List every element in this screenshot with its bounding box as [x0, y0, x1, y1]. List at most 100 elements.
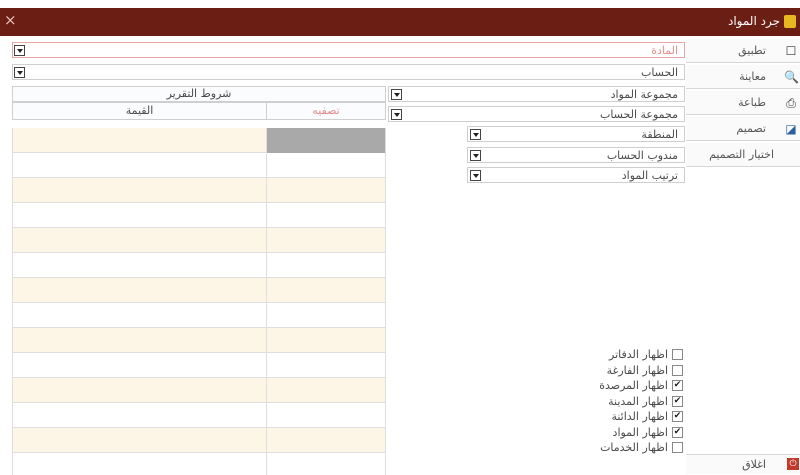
account-group-field[interactable]: مجموعة الحساب	[388, 106, 685, 122]
print-button[interactable]: ⎙ طباعة	[686, 91, 800, 115]
value-cell[interactable]	[12, 353, 267, 378]
table-row[interactable]	[12, 328, 386, 353]
material-group-dropdown-icon[interactable]	[391, 89, 402, 100]
classification-cell[interactable]	[267, 278, 386, 303]
report-conditions-table	[12, 128, 386, 475]
material-sort-field[interactable]: ترتيب المواد	[467, 167, 685, 183]
option-checkbox[interactable]: ✔ اظهار المدينة	[583, 394, 683, 408]
checkbox-checked-icon[interactable]: ✔	[672, 395, 683, 407]
option-label: اظهار المدينة	[608, 394, 668, 408]
checkbox-checked-icon[interactable]: ✔	[672, 380, 683, 391]
preview-button[interactable]: 🔍 معاينة	[686, 65, 800, 89]
classification-cell[interactable]	[267, 178, 386, 203]
title-bar: جرد المواد ×	[0, 8, 800, 36]
print-label: طباعة	[738, 96, 766, 109]
option-checkbox[interactable]: اظهار الدفاتر	[583, 348, 683, 361]
region-field[interactable]: المنطقة	[467, 126, 685, 142]
option-label: اظهار الخدمات	[600, 441, 668, 454]
value-cell[interactable]	[12, 428, 267, 453]
apply-button[interactable]: ☐ تطبيق	[686, 39, 800, 63]
table-row[interactable]	[12, 428, 386, 453]
table-row[interactable]	[12, 153, 386, 178]
classification-cell[interactable]	[267, 378, 386, 403]
close-button[interactable]: ⏻ اغلاق	[686, 454, 800, 474]
value-cell[interactable]	[12, 153, 267, 178]
account-rep-field[interactable]: مندوب الحساب	[467, 147, 685, 163]
close-icon: ⏻	[787, 458, 799, 470]
table-row[interactable]	[12, 128, 386, 153]
value-cell[interactable]	[12, 203, 267, 228]
option-checkbox[interactable]: اظهار الخدمات	[583, 441, 683, 454]
checkbox-unchecked-icon[interactable]	[672, 364, 683, 376]
value-cell[interactable]	[12, 378, 267, 403]
table-column-headers: القيمة تصفيه	[12, 102, 386, 120]
region-dropdown-icon[interactable]	[470, 129, 481, 140]
checkbox-checked-icon[interactable]: ✔	[672, 411, 683, 422]
option-checkbox[interactable]: ✔ اظهار الدائنة	[583, 410, 683, 423]
option-label: اظهار المرصدة	[599, 379, 668, 392]
table-row[interactable]	[12, 378, 386, 403]
value-cell[interactable]	[12, 453, 267, 475]
checkbox-unchecked-icon[interactable]	[672, 442, 683, 453]
column-classification-header[interactable]: تصفيه	[266, 102, 386, 120]
classification-cell[interactable]	[267, 203, 386, 228]
material-field[interactable]: المادة	[12, 42, 685, 58]
account-field[interactable]: الحساب	[12, 64, 685, 80]
account-dropdown-icon[interactable]	[14, 67, 25, 78]
table-row[interactable]	[12, 278, 386, 303]
option-checkbox[interactable]: ✔ اظهار المرصدة	[583, 379, 683, 392]
value-cell[interactable]	[12, 178, 267, 203]
account-rep-dropdown-icon[interactable]	[470, 150, 481, 161]
option-checkbox[interactable]: ✔ اظهار المواد	[583, 425, 683, 439]
apply-label: تطبيق	[738, 44, 766, 57]
material-group-field[interactable]: مجموعة المواد	[388, 86, 685, 102]
choose-design-label: اختيار التصميم	[709, 148, 774, 161]
table-row[interactable]	[12, 178, 386, 203]
table-row[interactable]	[12, 228, 386, 253]
print-icon: ⎙	[786, 96, 796, 110]
option-label: اظهار المواد	[612, 425, 668, 439]
value-cell[interactable]	[12, 278, 267, 303]
material-sort-dropdown-icon[interactable]	[470, 170, 481, 181]
region-label: المنطقة	[641, 128, 678, 141]
close-label: اغلاق	[742, 458, 766, 471]
classification-cell[interactable]	[267, 128, 386, 153]
table-row[interactable]	[12, 253, 386, 278]
classification-cell[interactable]	[267, 403, 386, 428]
account-label: الحساب	[640, 66, 678, 79]
table-row[interactable]	[12, 353, 386, 378]
value-cell[interactable]	[12, 328, 267, 353]
classification-cell[interactable]	[267, 453, 386, 475]
value-cell[interactable]	[12, 228, 267, 253]
table-row[interactable]	[12, 303, 386, 328]
classification-cell[interactable]	[267, 153, 386, 178]
preview-icon: 🔍	[784, 70, 799, 84]
material-dropdown-icon[interactable]	[14, 45, 25, 56]
value-cell[interactable]	[12, 128, 267, 153]
table-row[interactable]	[12, 203, 386, 228]
table-row[interactable]	[12, 403, 386, 428]
value-cell[interactable]	[12, 403, 267, 428]
account-rep-label: مندوب الحساب	[606, 149, 678, 162]
value-cell[interactable]	[12, 303, 267, 328]
classification-cell[interactable]	[267, 353, 386, 378]
table-row[interactable]	[12, 453, 386, 475]
classification-cell[interactable]	[267, 328, 386, 353]
choose-design-button[interactable]: اختيار التصميم	[686, 143, 800, 167]
value-cell[interactable]	[12, 253, 267, 278]
account-group-label: مجموعة الحساب	[599, 108, 678, 121]
account-group-dropdown-icon[interactable]	[391, 109, 402, 120]
preview-label: معاينة	[739, 70, 766, 83]
checkbox-unchecked-icon[interactable]	[672, 349, 683, 360]
classification-cell[interactable]	[267, 428, 386, 453]
classification-cell[interactable]	[267, 253, 386, 278]
checkbox-checked-icon[interactable]: ✔	[672, 426, 683, 438]
classification-cell[interactable]	[267, 303, 386, 328]
design-icon: ◪	[785, 122, 797, 136]
design-button[interactable]: ◪ تصميم	[686, 117, 800, 141]
classification-cell[interactable]	[267, 228, 386, 253]
option-checkbox[interactable]: اظهار الفارغة	[583, 364, 683, 377]
report-conditions-header: شروط التقرير	[12, 86, 386, 102]
close-window-button[interactable]: ×	[4, 11, 17, 29]
window-title: جرد المواد	[727, 14, 780, 28]
